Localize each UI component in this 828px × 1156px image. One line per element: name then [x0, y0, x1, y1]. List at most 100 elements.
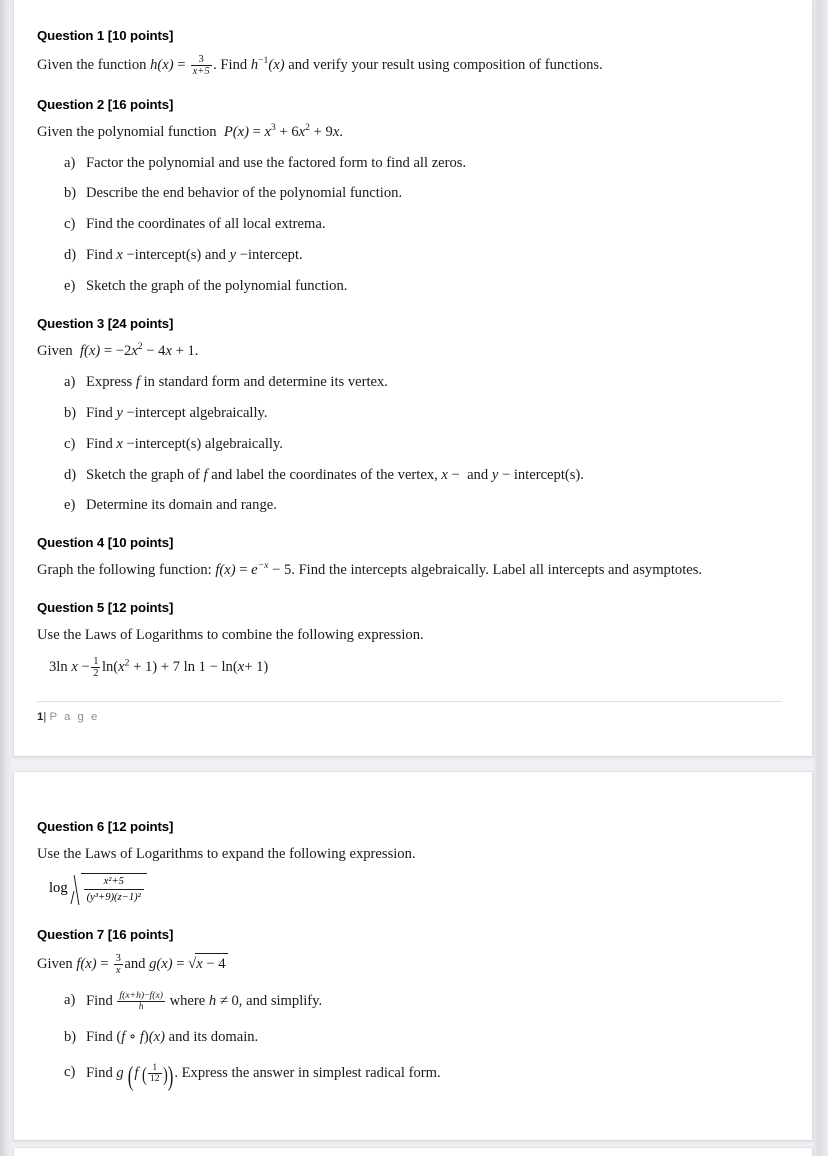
q7a-num-arg2: (x) [152, 989, 163, 1001]
document-viewport: Question 1 [10 points] Given the functio… [0, 0, 828, 1156]
q2-poly-arg: (x) [232, 124, 249, 141]
q3-coef-a: −2 [115, 343, 132, 360]
question-2-part-a: a) Factor the polynomial and use the fact… [37, 154, 782, 173]
q1-fraction: 3 x+5 [190, 54, 212, 77]
question-7-prompt: Given f(x) = 3 x and g(x) = √x − 4 [37, 953, 782, 976]
q7a-numerator: f(x+h)−f(x) [117, 989, 165, 1001]
q5-ln-2: ln( [101, 659, 119, 676]
document-page-3-partial [14, 1148, 812, 1156]
q4-minus-five: − 5 [272, 562, 292, 579]
q7a-difference-quotient: f(x+h)−f(x) h [117, 989, 165, 1012]
q7c-fraction-num: 1 [152, 1062, 158, 1074]
part-text: Find f(x+h)−f(x) h where h ≠ 0, and simpl… [86, 989, 323, 1012]
q7c-rest: . Express the answer in simplest radical… [174, 1064, 441, 1081]
q7c-fraction-den: 12 [147, 1073, 162, 1085]
q4-func-arg: (x) [219, 562, 236, 579]
part-label: b) [64, 185, 77, 202]
q4-text-post: . Find the intercepts algebraically. Lab… [291, 562, 703, 579]
part-label: a) [64, 154, 76, 171]
q7-g-radicand-rest: − 4 [206, 955, 226, 972]
q7a-condition: ≠ 0, and simplify. [219, 992, 323, 1009]
q7-equals-2: = [176, 955, 185, 972]
q7-and: and [124, 955, 146, 972]
q5-half-num: 1 [93, 655, 99, 667]
q7c-fraction: 1 12 [147, 1062, 162, 1085]
part-text: Express f in standard form and determine… [86, 373, 388, 390]
q7c-f: f [134, 1064, 139, 1081]
q5-half-den: 2 [91, 667, 101, 680]
q1-text-pre: Given the function [37, 57, 151, 74]
q2-term-2-exp: 2 [305, 122, 310, 134]
q1-fraction-numerator: 3 [198, 54, 204, 65]
q7a-find: Find [86, 992, 113, 1009]
q2-term-3-coef: + 9 [313, 124, 333, 141]
question-3-part-e: e) Determine its domain and range. [37, 496, 782, 515]
document-page-1: Question 1 [10 points] Given the functio… [14, 0, 812, 756]
question-4-prompt: Graph the following function: f(x) = e−x… [37, 561, 782, 579]
q7b-arg: (x) [148, 1029, 165, 1046]
question-2-part-d: d) Find x −intercept(s) and y −intercept. [37, 246, 782, 265]
q2-term-1-exp: 3 [271, 122, 276, 134]
q4-text-pre: Graph the following function: [37, 562, 212, 579]
q5-plus-one-close-2: + 1) [244, 659, 269, 676]
q7-f-den: x [113, 963, 123, 976]
part-label: e) [64, 497, 76, 514]
q7-f-num: 3 [115, 952, 121, 964]
q7a-where: where [169, 992, 206, 1009]
question-3-part-c: c) Find x −intercept(s) algebraically. [37, 435, 782, 454]
q3-func-arg: (x) [84, 343, 101, 360]
q1-function-arg: (x) [157, 57, 174, 74]
question-3-parts-list: a) Express f in standard form and determi… [37, 373, 782, 516]
part-text: Describe the end behavior of the polynom… [86, 185, 403, 202]
q4-equals: = [239, 562, 248, 579]
q2-period: . [339, 124, 343, 141]
q5-x-1: x [71, 659, 78, 676]
question-7-part-b: b) Find (f ∘ f)(x) and its domain. [37, 1028, 782, 1047]
question-2-heading: Question 2 [16 points] [37, 97, 174, 113]
q7-g-arg: (x) [156, 955, 173, 972]
q7a-num-arg1: (x+h) [122, 989, 145, 1001]
q7-g-radicand-var: x [196, 955, 203, 972]
q5-minus-1: − [81, 659, 90, 676]
q5-x-2-exp: 2 [124, 657, 130, 669]
part-label: e) [64, 278, 76, 295]
question-3-prompt: Given f(x) = −2x2 − 4x + 1. [37, 342, 782, 360]
question-6-heading: Question 6 [12 points] [37, 819, 174, 834]
part-label: d) [64, 466, 77, 483]
question-7-part-c: c) Find g (f (1 12)). Express the answer … [37, 1061, 782, 1092]
question-7-part-a: a) Find f(x+h)−f(x) h where h ≠ 0, and si… [37, 989, 782, 1012]
footer-separator: | [43, 711, 47, 724]
part-text: Factor the polynomial and use the factor… [86, 154, 467, 171]
q5-minus-2: − [209, 659, 218, 676]
q5-plus-7: + 7 [160, 659, 180, 676]
q3-given-text: Given [37, 343, 73, 360]
part-text: Find g (f (1 12)). Express the answer in … [86, 1061, 441, 1092]
q5-plus-one-close: + 1) [133, 659, 158, 676]
part-label: c) [64, 1064, 76, 1081]
q2-poly-name: P [223, 124, 233, 141]
q3-period: . [194, 343, 199, 360]
q7b-f1: f [121, 1029, 126, 1046]
part-label: b) [64, 404, 77, 421]
question-4-heading: Question 4 [10 points] [37, 535, 174, 551]
q5-ln-3: ln 1 [183, 659, 206, 676]
part-label: a) [64, 991, 76, 1008]
part-text: Find (f ∘ f)(x) and its domain. [86, 1029, 258, 1045]
q2-term-2-coef: + 6 [279, 124, 299, 141]
q5-one-half: 12 [91, 655, 101, 680]
q1-equals: = [173, 57, 190, 74]
q7-given-text: Given [37, 955, 73, 972]
question-5-prompt: Use the Laws of Logarithms to combine th… [37, 626, 424, 643]
q3-x-squared-exp: 2 [137, 341, 143, 353]
q7c-find: Find [86, 1064, 113, 1081]
q2-equals: = [252, 124, 261, 141]
part-label: c) [64, 435, 76, 452]
part-text: Find x −intercept(s) algebraically. [86, 435, 283, 452]
question-6-prompt: Use the Laws of Logarithms to expand the… [37, 846, 416, 862]
part-label: d) [64, 247, 77, 264]
part-text: Sketch the graph of f and label the coor… [86, 466, 584, 483]
part-label: a) [64, 373, 76, 390]
document-page-2: Question 6 [12 points] Use the Laws of L… [14, 772, 812, 1140]
q2-given-text: Given the polynomial function [37, 124, 217, 141]
q1-text-post: . Find h−1(x) and verify your result usi… [213, 55, 603, 74]
